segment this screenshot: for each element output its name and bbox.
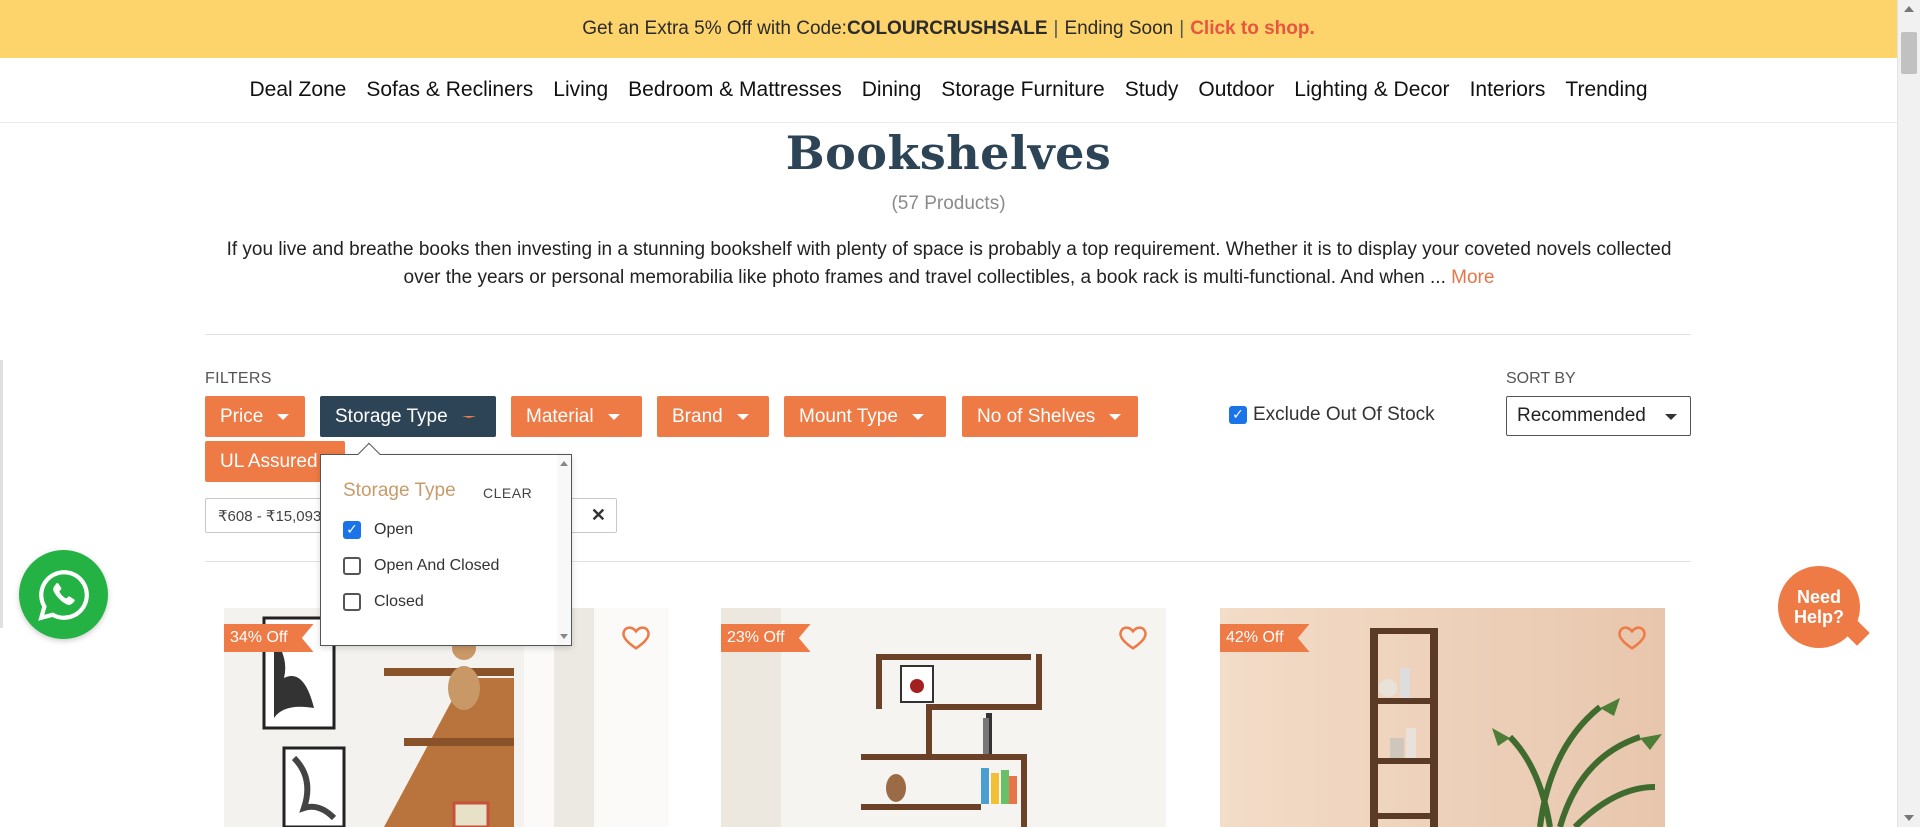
- caret-down-icon: [1109, 413, 1122, 420]
- exclude-checkbox[interactable]: [1229, 406, 1247, 424]
- discount-badge: 34% Off: [224, 624, 314, 652]
- heart-icon[interactable]: [1118, 622, 1148, 652]
- nav-item-storage-furniture[interactable]: Storage Furniture: [931, 78, 1114, 102]
- speech-tail: [1844, 620, 1870, 646]
- filter-mount-type-button[interactable]: Mount Type: [784, 396, 946, 437]
- option-label: Closed: [374, 593, 424, 610]
- page-scrollbar[interactable]: [1897, 0, 1920, 827]
- whatsapp-icon: [37, 569, 89, 621]
- discount-badge: 42% Off: [1220, 624, 1310, 652]
- chip-label: ₹608 - ₹15,093: [218, 507, 322, 525]
- filter-label: Storage Type: [335, 405, 448, 427]
- scroll-up-icon[interactable]: [1904, 6, 1914, 12]
- side-edge: [0, 360, 3, 628]
- dropdown-scrollbar[interactable]: [557, 455, 571, 645]
- need-help-button[interactable]: Need Help?: [1778, 566, 1870, 648]
- scroll-down-icon[interactable]: [560, 634, 568, 639]
- heart-icon[interactable]: [621, 622, 651, 652]
- nav-item-interiors[interactable]: Interiors: [1460, 78, 1556, 102]
- filter-material-button[interactable]: Material: [511, 396, 642, 437]
- dropdown-title: Storage Type: [343, 480, 456, 501]
- caret-down-icon: [277, 413, 290, 420]
- nav-item-living[interactable]: Living: [543, 78, 618, 102]
- caret-down-icon: [736, 413, 749, 420]
- filter-label: No of Shelves: [977, 405, 1096, 427]
- scroll-up-icon[interactable]: [560, 461, 568, 466]
- caret-down-icon: [607, 413, 620, 420]
- filter-label: Price: [220, 405, 264, 427]
- page-title: Bookshelves: [785, 126, 1112, 180]
- promo-code: COLOURCRUSHSALE: [846, 18, 1048, 39]
- product-count: (57 Products): [891, 193, 1006, 214]
- nav-item-deal-zone[interactable]: Deal Zone: [239, 78, 356, 102]
- nav-item-lighting-decor[interactable]: Lighting & Decor: [1284, 78, 1459, 102]
- category-description: If you live and breathe books then inves…: [210, 236, 1688, 292]
- help-line-1: Need: [1796, 587, 1841, 607]
- more-link[interactable]: More: [1451, 267, 1494, 288]
- dropdown-pointer: [357, 442, 381, 466]
- discount-badge: 23% Off: [721, 624, 811, 652]
- promo-bar[interactable]: Get an Extra 5% Off with Code: COLOURCRU…: [0, 0, 1897, 58]
- nav-item-trending[interactable]: Trending: [1555, 78, 1657, 102]
- filter-label: UL Assured: [220, 450, 318, 472]
- heart-icon[interactable]: [1617, 622, 1647, 652]
- divider: [205, 334, 1691, 335]
- exclude-out-of-stock[interactable]: Exclude Out Of Stock: [1229, 404, 1435, 426]
- promo-text: Get an Extra 5% Off with Code:: [582, 18, 847, 39]
- option-checkbox[interactable]: [343, 521, 361, 539]
- product-card[interactable]: 42% Off: [1220, 608, 1665, 827]
- filter-label: Brand: [672, 405, 723, 427]
- option-closed[interactable]: Closed: [343, 593, 424, 611]
- nav-item-outdoor[interactable]: Outdoor: [1188, 78, 1284, 102]
- option-open-and-closed[interactable]: Open And Closed: [343, 557, 499, 575]
- scroll-down-icon[interactable]: [1904, 815, 1914, 821]
- filter-label: Material: [526, 405, 594, 427]
- option-checkbox[interactable]: [343, 593, 361, 611]
- close-icon[interactable]: ✕: [591, 505, 606, 526]
- nav-item-study[interactable]: Study: [1115, 78, 1189, 102]
- storage-type-dropdown: Storage Type CLEAR Open Open And Closed …: [320, 442, 572, 646]
- promo-separator: |: [1179, 18, 1185, 39]
- whatsapp-button[interactable]: [19, 550, 108, 639]
- promo-ending: Ending Soon: [1064, 18, 1174, 39]
- promo-separator: |: [1053, 18, 1059, 39]
- filter-no-of-shelves-button[interactable]: No of Shelves: [962, 396, 1138, 437]
- filter-label: Mount Type: [799, 405, 898, 427]
- caret-up-icon: [461, 415, 476, 418]
- main-nav: Deal Zone Sofas & Recliners Living Bedro…: [0, 58, 1897, 123]
- filter-storage-type-button[interactable]: Storage Type: [320, 396, 496, 437]
- option-open[interactable]: Open: [343, 521, 413, 539]
- sort-selected: Recommended: [1517, 405, 1646, 426]
- sort-select[interactable]: Recommended: [1506, 396, 1691, 436]
- sort-label: SORT BY: [1506, 370, 1576, 387]
- exclude-label: Exclude Out Of Stock: [1253, 404, 1435, 425]
- filter-brand-button[interactable]: Brand: [657, 396, 769, 437]
- nav-item-sofas-recliners[interactable]: Sofas & Recliners: [356, 78, 543, 102]
- help-line-2: Help?: [1793, 607, 1844, 627]
- promo-shop-link[interactable]: Click to shop.: [1190, 18, 1315, 40]
- filter-price-button[interactable]: Price: [205, 396, 305, 437]
- clear-button[interactable]: CLEAR: [483, 485, 532, 501]
- option-label: Open: [374, 521, 414, 538]
- help-label: Need Help?: [1794, 587, 1844, 627]
- chevron-down-icon: [1665, 414, 1677, 420]
- filters-label: FILTERS: [205, 370, 272, 387]
- caret-down-icon: [911, 413, 924, 420]
- option-label: Open And Closed: [374, 557, 500, 574]
- scroll-thumb[interactable]: [1901, 32, 1917, 74]
- nav-item-bedroom-mattresses[interactable]: Bedroom & Mattresses: [618, 78, 852, 102]
- option-checkbox[interactable]: [343, 557, 361, 575]
- nav-item-dining[interactable]: Dining: [852, 78, 932, 102]
- product-card[interactable]: 23% Off: [721, 608, 1166, 827]
